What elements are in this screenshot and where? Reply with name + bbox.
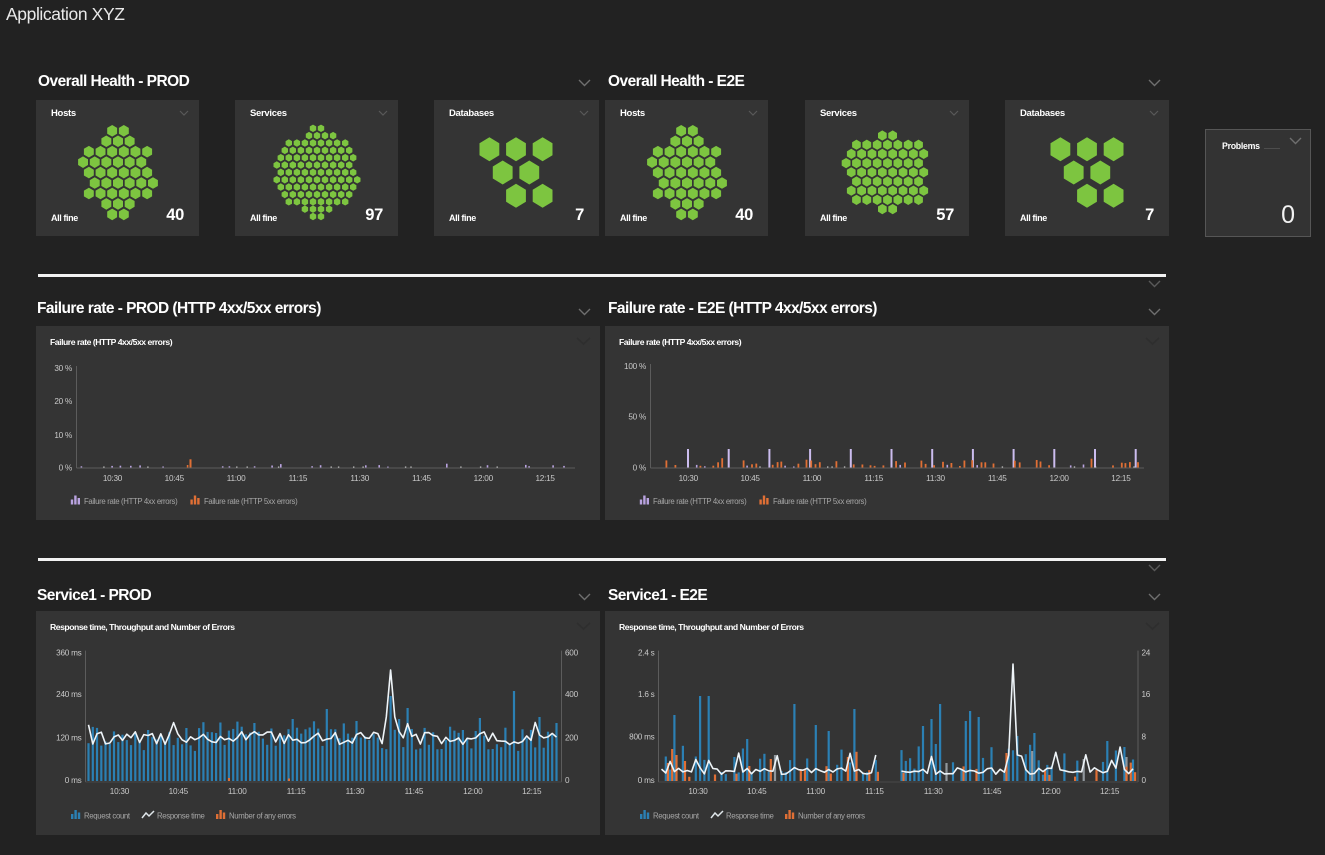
svg-text:Number of any errors: Number of any errors	[798, 812, 865, 821]
svg-text:11:45: 11:45	[988, 474, 1007, 483]
svg-text:Failure rate (HTTP 5xx errors): Failure rate (HTTP 5xx errors)	[204, 497, 298, 506]
svg-text:Response time: Response time	[157, 812, 204, 821]
svg-text:11:00: 11:00	[227, 474, 246, 483]
svg-text:0: 0	[1142, 776, 1147, 785]
svg-text:10:45: 10:45	[165, 474, 185, 483]
svg-text:30 %: 30 %	[54, 364, 72, 373]
svg-text:10:30: 10:30	[688, 787, 708, 796]
svg-text:11:15: 11:15	[864, 474, 883, 483]
svg-text:800 ms: 800 ms	[629, 733, 655, 742]
svg-text:12:00: 12:00	[1041, 787, 1061, 796]
svg-text:10:30: 10:30	[103, 474, 123, 483]
svg-text:2.4 s: 2.4 s	[638, 649, 655, 658]
svg-text:200: 200	[565, 733, 579, 742]
svg-text:11:45: 11:45	[983, 787, 1002, 796]
svg-text:400: 400	[565, 690, 579, 699]
svg-text:11:45: 11:45	[405, 787, 424, 796]
svg-text:11:30: 11:30	[924, 787, 943, 796]
svg-text:240 ms: 240 ms	[56, 690, 82, 699]
svg-text:600: 600	[565, 649, 579, 658]
svg-text:11:30: 11:30	[350, 474, 369, 483]
svg-text:Request count: Request count	[653, 812, 700, 821]
svg-text:120 ms: 120 ms	[56, 733, 82, 742]
svg-text:16: 16	[1142, 690, 1151, 699]
svg-text:50 %: 50 %	[628, 413, 646, 422]
svg-text:0: 0	[565, 776, 570, 785]
svg-text:24: 24	[1142, 649, 1151, 658]
svg-text:11:00: 11:00	[228, 787, 247, 796]
svg-text:Number of any errors: Number of any errors	[229, 812, 296, 821]
svg-text:1.6 s: 1.6 s	[638, 690, 655, 699]
svg-text:Request count: Request count	[84, 812, 131, 821]
svg-text:11:15: 11:15	[865, 787, 884, 796]
svg-text:20 %: 20 %	[54, 397, 72, 406]
svg-text:8: 8	[1142, 733, 1147, 742]
svg-text:11:15: 11:15	[289, 474, 308, 483]
svg-text:12:15: 12:15	[535, 474, 555, 483]
svg-text:Response time: Response time	[726, 812, 773, 821]
svg-text:11:45: 11:45	[412, 474, 431, 483]
svg-text:360 ms: 360 ms	[56, 649, 82, 658]
svg-text:11:30: 11:30	[926, 474, 945, 483]
svg-text:10:30: 10:30	[679, 474, 699, 483]
svg-text:0 ms: 0 ms	[65, 776, 82, 785]
svg-text:10:30: 10:30	[110, 787, 130, 796]
svg-text:10:45: 10:45	[747, 787, 767, 796]
svg-text:11:30: 11:30	[346, 787, 365, 796]
svg-text:10 %: 10 %	[54, 431, 72, 440]
svg-text:11:00: 11:00	[803, 474, 822, 483]
svg-text:100 %: 100 %	[624, 362, 646, 371]
svg-text:0 %: 0 %	[633, 464, 646, 473]
svg-text:Failure rate (HTTP 4xx errors): Failure rate (HTTP 4xx errors)	[653, 497, 747, 506]
svg-text:Failure rate (HTTP 5xx errors): Failure rate (HTTP 5xx errors)	[773, 497, 867, 506]
svg-text:0 %: 0 %	[59, 464, 72, 473]
svg-text:12:15: 12:15	[522, 787, 542, 796]
svg-text:10:45: 10:45	[169, 787, 189, 796]
svg-text:12:00: 12:00	[463, 787, 483, 796]
svg-text:12:15: 12:15	[1111, 474, 1131, 483]
svg-text:11:15: 11:15	[287, 787, 306, 796]
svg-text:12:00: 12:00	[474, 474, 494, 483]
svg-text:Failure rate (HTTP 4xx errors): Failure rate (HTTP 4xx errors)	[84, 497, 178, 506]
svg-text:12:00: 12:00	[1049, 474, 1069, 483]
svg-text:11:00: 11:00	[806, 787, 825, 796]
svg-text:10:45: 10:45	[740, 474, 760, 483]
svg-text:12:15: 12:15	[1100, 787, 1120, 796]
svg-text:0 ms: 0 ms	[638, 776, 655, 785]
